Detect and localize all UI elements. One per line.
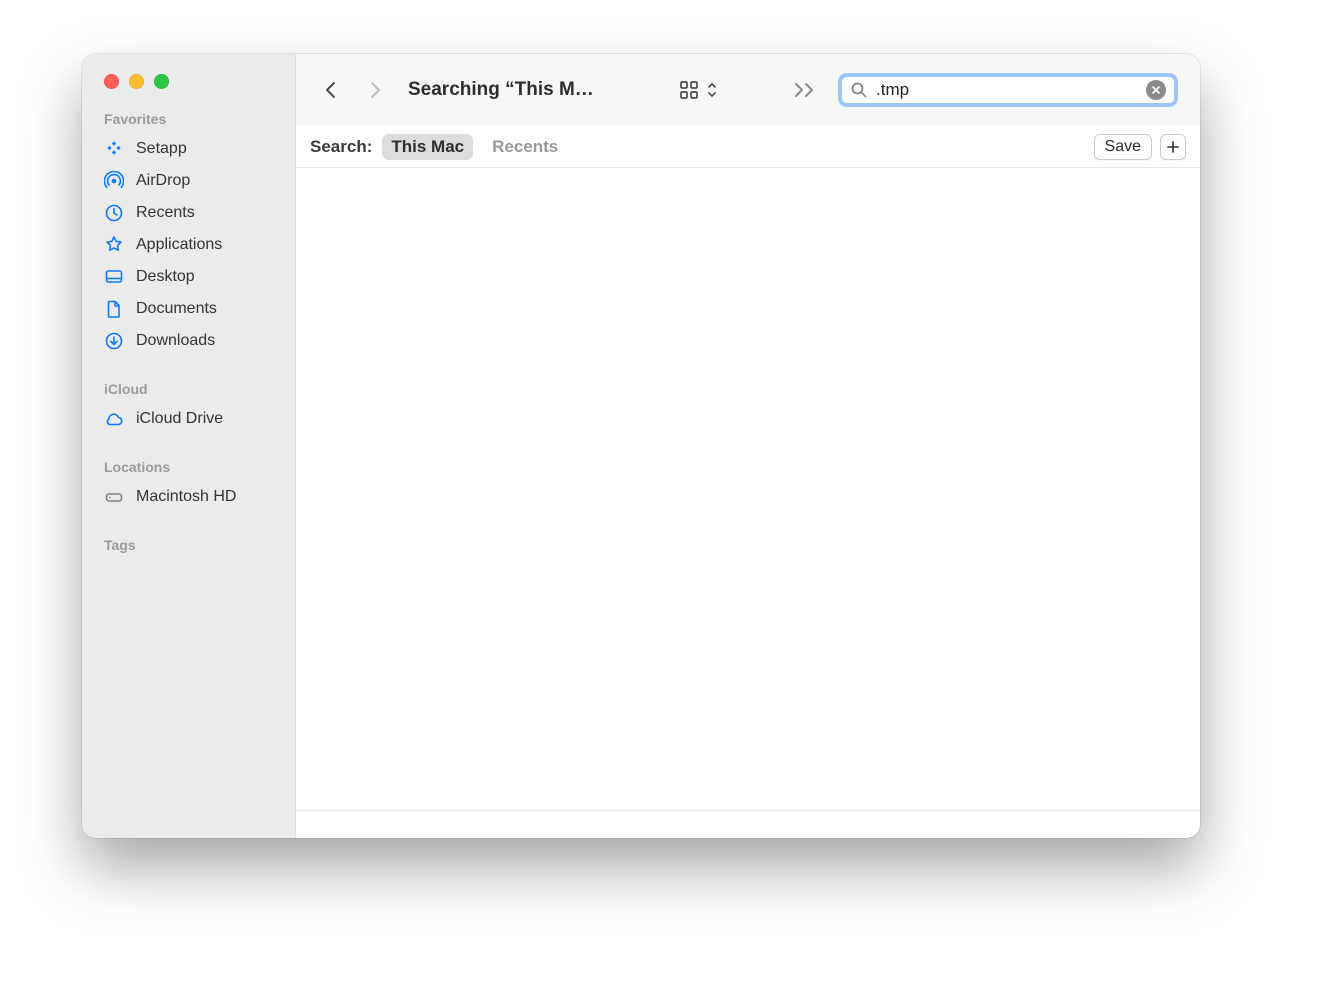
sidebar-item-label: Applications (136, 236, 222, 254)
sidebar-item-downloads[interactable]: Downloads (82, 325, 295, 357)
scope-recents[interactable]: Recents (483, 134, 567, 160)
downloads-icon (104, 331, 124, 351)
search-field[interactable] (838, 73, 1178, 107)
back-button[interactable] (316, 75, 346, 105)
finder-main: Searching “This M… (296, 54, 1200, 838)
clock-icon (104, 203, 124, 223)
fullscreen-window-button[interactable] (154, 74, 169, 89)
close-window-button[interactable] (104, 74, 119, 89)
document-icon (104, 299, 124, 319)
search-icon (850, 81, 868, 99)
sidebar-item-applications[interactable]: Applications (82, 229, 295, 261)
search-results-area (296, 168, 1200, 810)
sidebar-item-macintosh-hd[interactable]: Macintosh HD (82, 481, 295, 513)
clear-search-button[interactable] (1146, 80, 1166, 100)
finder-sidebar: Favorites Setapp AirDrop Recents Applica… (82, 54, 296, 838)
sidebar-item-airdrop[interactable]: AirDrop (82, 165, 295, 197)
sidebar-item-desktop[interactable]: Desktop (82, 261, 295, 293)
sidebar-section-icloud: iCloud (82, 381, 295, 403)
sidebar-item-label: Setapp (136, 140, 187, 158)
hard-drive-icon (104, 487, 124, 507)
toolbar-overflow-button[interactable] (792, 80, 818, 100)
finder-window: Favorites Setapp AirDrop Recents Applica… (82, 54, 1200, 838)
desktop-icon (104, 267, 124, 287)
chevron-up-down-icon (706, 80, 718, 100)
scope-this-mac[interactable]: This Mac (382, 134, 473, 160)
window-title: Searching “This M… (408, 79, 594, 101)
finder-status-bar (296, 810, 1200, 838)
icon-grid-icon (678, 79, 700, 101)
forward-button[interactable] (360, 75, 390, 105)
sidebar-item-setapp[interactable]: Setapp (82, 133, 295, 165)
sidebar-section-favorites: Favorites (82, 111, 295, 133)
cloud-icon (104, 409, 124, 429)
sidebar-item-label: Recents (136, 204, 195, 222)
sidebar-item-label: AirDrop (136, 172, 190, 190)
sidebar-item-label: Downloads (136, 332, 215, 350)
search-scope-label: Search: (310, 137, 372, 157)
window-controls (82, 74, 295, 89)
airdrop-icon (104, 171, 124, 191)
minimize-window-button[interactable] (129, 74, 144, 89)
applications-icon (104, 235, 124, 255)
setapp-icon (104, 139, 124, 159)
sidebar-item-recents[interactable]: Recents (82, 197, 295, 229)
view-options-button[interactable] (678, 79, 718, 101)
finder-toolbar: Searching “This M… (296, 54, 1200, 126)
search-input[interactable] (876, 80, 1138, 100)
sidebar-section-tags: Tags (82, 537, 295, 559)
sidebar-item-icloud-drive[interactable]: iCloud Drive (82, 403, 295, 435)
sidebar-item-documents[interactable]: Documents (82, 293, 295, 325)
save-search-button[interactable]: Save (1094, 134, 1152, 160)
sidebar-item-label: Macintosh HD (136, 488, 236, 506)
sidebar-item-label: iCloud Drive (136, 410, 223, 428)
sidebar-item-label: Desktop (136, 268, 195, 286)
sidebar-item-label: Documents (136, 300, 217, 318)
search-scope-bar: Search: This Mac Recents Save (296, 126, 1200, 168)
sidebar-section-locations: Locations (82, 459, 295, 481)
add-search-criteria-button[interactable] (1160, 134, 1186, 160)
